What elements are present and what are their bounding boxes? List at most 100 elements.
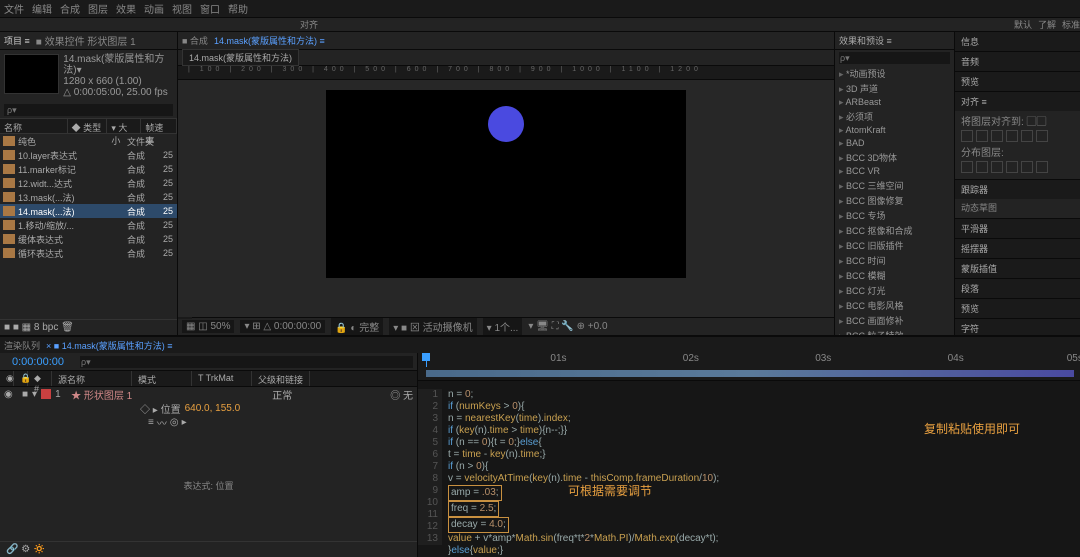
code-line[interactable]: freq = 2.5; <box>448 501 1080 517</box>
code-line[interactable]: n = 0; <box>448 389 1080 401</box>
col-name[interactable]: 名称 <box>0 119 68 133</box>
col-label[interactable]: ◆ # <box>28 371 52 386</box>
viewer-mag[interactable]: ▦ ◫ 50% <box>182 320 234 333</box>
dist-4-icon[interactable] <box>1006 161 1018 173</box>
col-type[interactable]: ◆ 类型 <box>68 119 108 133</box>
ws-standard[interactable]: 标准 <box>1062 18 1080 31</box>
menu-view[interactable]: 视图 <box>172 1 192 16</box>
effect-category[interactable]: BCC 粒子特效 <box>835 328 954 335</box>
effect-category[interactable]: BCC 画面修补 <box>835 313 954 328</box>
viewer-camera[interactable]: ▾ ■ ⊠ 活动摄像机 <box>389 318 476 335</box>
panel-preview2[interactable]: 预览 <box>955 299 1080 318</box>
dist-6-icon[interactable] <box>1036 161 1048 173</box>
tab-project[interactable]: 项目 ≡ <box>4 34 30 47</box>
effect-category[interactable]: *动画预设 <box>835 66 954 81</box>
current-time[interactable]: 0:00:00:00 <box>4 354 72 370</box>
layer-name[interactable]: ★ 形状图层 1 <box>71 387 268 402</box>
viewer-subtab[interactable]: 14.mask(蒙版属性和方法) <box>182 49 299 66</box>
tab-timeline-comp[interactable]: × ■ 14.mask(蒙版属性和方法) ≡ <box>46 339 172 352</box>
playhead[interactable] <box>426 353 427 367</box>
layer-mode-select[interactable]: 正常 <box>272 387 322 402</box>
menu-window[interactable]: 窗口 <box>200 1 220 16</box>
effect-category[interactable]: AtomKraft <box>835 124 954 137</box>
code-line[interactable]: if (numKeys > 0){ <box>448 401 1080 413</box>
code-line[interactable]: if (n == 0){t = 0;}else{ <box>448 437 1080 449</box>
project-item[interactable]: 11.marker标记合成25 <box>0 162 177 176</box>
col-eye-icon[interactable]: ◉ <box>0 371 14 386</box>
label-color[interactable] <box>41 389 51 399</box>
panel-preview[interactable]: 预览 <box>955 72 1080 91</box>
col-size[interactable]: ▾ 大小 <box>107 119 141 133</box>
col-parent[interactable]: 父级和链接 <box>252 371 310 386</box>
align-right-icon[interactable] <box>991 130 1003 142</box>
code-line[interactable]: value + v*amp*Math.sin(freq*t*2*Math.PI)… <box>448 533 1080 545</box>
layer-row[interactable]: ◉ ■ ▾ 1 ★ 形状图层 1 正常 ◎ 无 <box>0 387 417 401</box>
expression-editor[interactable]: 12345678910111213 n = 0;if (numKeys > 0)… <box>418 381 1080 557</box>
code-line[interactable]: t = time - key(n).time;} <box>448 449 1080 461</box>
col-lock-icon[interactable]: 🔒 <box>14 371 28 386</box>
project-item[interactable]: 1.移动/缩放/...合成25 <box>0 218 177 232</box>
panel-smoother[interactable]: 平滑器 <box>955 219 1080 238</box>
shape-circle[interactable] <box>488 106 524 142</box>
effect-category[interactable]: BCC 灯光 <box>835 283 954 298</box>
prop-value[interactable]: 640.0, 155.0 <box>185 403 241 414</box>
effect-category[interactable]: BCC 旧版插件 <box>835 238 954 253</box>
panel-paragraph[interactable]: 段落 <box>955 279 1080 298</box>
expr-graph-icon[interactable]: 〰 <box>157 415 167 430</box>
project-item[interactable]: 缓体表达式合成25 <box>0 232 177 246</box>
prop-position-row[interactable]: ◇ ▸ 位置 640.0, 155.0 <box>0 401 417 415</box>
project-item[interactable]: 循环表达式合成25 <box>0 246 177 260</box>
menu-help[interactable]: 帮助 <box>228 1 248 16</box>
effect-category[interactable]: BCC 三维空间 <box>835 178 954 193</box>
effect-category[interactable]: ARBeast <box>835 96 954 109</box>
code-line[interactable]: v = velocityAtTime(key(n).time - thisCom… <box>448 473 1080 485</box>
ws-learn[interactable]: 了解 <box>1038 18 1056 31</box>
motion-sketch[interactable]: 动态草图 <box>955 199 1080 218</box>
menu-file[interactable]: 文件 <box>4 1 24 16</box>
code-line[interactable]: }else{value;} <box>448 545 1080 557</box>
col-fps[interactable]: 帧速率 <box>141 119 177 133</box>
effect-category[interactable]: BCC 电影风格 <box>835 298 954 313</box>
menu-comp[interactable]: 合成 <box>60 1 80 16</box>
viewer-res[interactable]: 🔒 ◐ 完整 <box>331 318 383 335</box>
panel-wiggler[interactable]: 摇摆器 <box>955 239 1080 258</box>
menu-bar[interactable]: 文件 编辑 合成 图层 效果 动画 视图 窗口 帮助 <box>0 0 1080 18</box>
timeline-search-input[interactable] <box>80 356 413 368</box>
dist-3-icon[interactable] <box>991 161 1003 173</box>
code-line[interactable]: amp = .03; <box>448 485 1080 501</box>
effect-category[interactable]: BCC 图像修复 <box>835 193 954 208</box>
project-item[interactable]: 10.layer表达式合成25 <box>0 148 177 162</box>
project-footer[interactable]: ■ ■ ▦ 8 bpc 🗑 <box>0 319 177 335</box>
ws-snap[interactable]: 对齐 <box>300 18 318 31</box>
project-item[interactable]: 12.widt...达式合成25 <box>0 176 177 190</box>
layer-bar-track[interactable] <box>418 367 1080 381</box>
effect-category[interactable]: 必须项 <box>835 109 954 124</box>
effect-category[interactable]: BCC 模糊 <box>835 268 954 283</box>
menu-edit[interactable]: 编辑 <box>32 1 52 16</box>
col-mode[interactable]: 模式 <box>132 371 192 386</box>
layer-bar[interactable] <box>426 370 1074 377</box>
twirl-icon[interactable]: ▾ <box>32 389 37 400</box>
col-source-name[interactable]: 源名称 <box>52 371 132 386</box>
align-top-icon[interactable] <box>1006 130 1018 142</box>
align-vcenter-icon[interactable] <box>1021 130 1033 142</box>
timeline-ruler[interactable]: 01s 02s 03s 04s 05s <box>418 353 1080 367</box>
ws-default[interactable]: 默认 <box>1014 18 1032 31</box>
panel-mask-interp[interactable]: 蒙版插值 <box>955 259 1080 278</box>
effect-category[interactable]: BCC 抠像和合成 <box>835 223 954 238</box>
tab-render-queue[interactable]: 渲染队列 <box>4 339 40 352</box>
layer-parent-select[interactable]: ◎ 无 <box>390 387 413 402</box>
effect-category[interactable]: BCC VR <box>835 165 954 178</box>
align-left-icon[interactable] <box>961 130 973 142</box>
project-item[interactable]: 13.mask(...法)合成25 <box>0 190 177 204</box>
col-trkmat[interactable]: T TrkMat <box>192 371 252 386</box>
dist-1-icon[interactable] <box>961 161 973 173</box>
dist-5-icon[interactable] <box>1021 161 1033 173</box>
viewer-canvas[interactable] <box>178 80 834 317</box>
project-search-input[interactable] <box>4 104 173 116</box>
expr-enable-icon[interactable]: ≡ <box>148 417 154 428</box>
viewer-time[interactable]: ▾ ⊞ △ 0:00:00:00 <box>240 320 325 333</box>
code-line[interactable]: if (n > 0){ <box>448 461 1080 473</box>
solo-icon[interactable]: ■ <box>22 389 28 400</box>
project-item[interactable]: 14.mask(...法)合成25 <box>0 204 177 218</box>
